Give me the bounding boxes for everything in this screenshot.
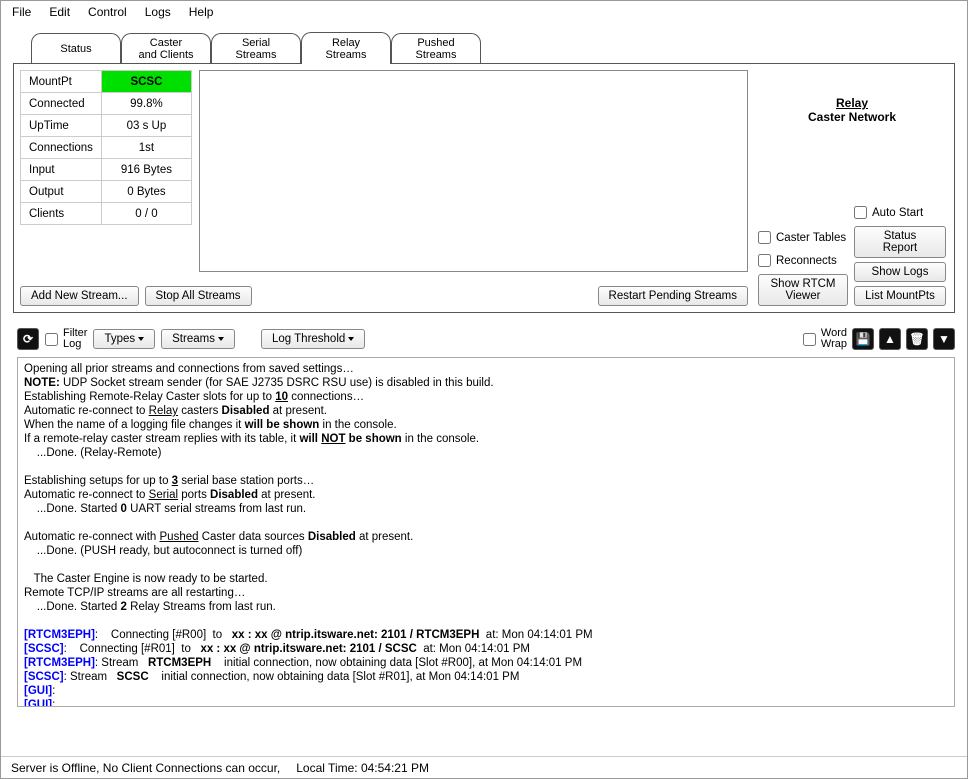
menu-file[interactable]: File	[3, 3, 40, 21]
panel-buttons-left: Add New Stream... Stop All Streams	[20, 286, 252, 306]
log-toolbar: ⟳ Filter Log Types Streams Log Threshold…	[17, 325, 955, 353]
log-line: [GUI]:	[24, 698, 948, 707]
caster-tables-check[interactable]: Caster Tables	[758, 231, 848, 244]
restart-pending-button[interactable]: Restart Pending Streams	[598, 286, 748, 306]
cell-uptime-label: UpTime	[21, 115, 102, 137]
log-line: When the name of a logging file changes …	[24, 418, 948, 432]
cell-output-label: Output	[21, 181, 102, 203]
cell-mountpt-label: MountPt	[21, 71, 102, 93]
menu-bar: File Edit Control Logs Help	[1, 1, 967, 23]
save-log-icon[interactable]: 💾	[852, 328, 874, 350]
relay-title-top: Relay	[836, 96, 868, 110]
log-line: Remote TCP/IP streams are all restarting…	[24, 586, 948, 600]
tab-pushed-streams[interactable]: Pushed Streams	[391, 33, 481, 63]
filter-log-label: Filter Log	[63, 328, 87, 350]
clear-log-icon[interactable]: 🗑	[906, 328, 928, 350]
cell-clients-label: Clients	[21, 203, 102, 225]
log-line: Establishing Remote-Relay Caster slots f…	[24, 390, 948, 404]
cell-connections-label: Connections	[21, 137, 102, 159]
log-line: The Caster Engine is now ready to be sta…	[24, 572, 948, 586]
status-time: Local Time: 04:54:21 PM	[296, 761, 429, 775]
caster-tables-label: Caster Tables	[776, 232, 846, 244]
add-new-stream-button[interactable]: Add New Stream...	[20, 286, 139, 306]
log-line: [GUI]:	[24, 684, 948, 698]
reconnects-check[interactable]: Reconnects	[758, 254, 848, 267]
cell-connections-value: 1st	[101, 137, 191, 159]
log-line: [SCSC]: Connecting [#R01] to xx : xx @ n…	[24, 642, 948, 656]
log-line: Establishing setups for up to 3 serial b…	[24, 474, 948, 488]
tab-relay-streams[interactable]: Relay Streams	[301, 32, 391, 64]
log-line: Automatic re-connect to Relay casters Di…	[24, 404, 948, 418]
cell-mountpt-value[interactable]: SCSC	[101, 71, 191, 93]
streams-dropdown[interactable]: Streams	[161, 329, 235, 349]
word-wrap-label: Word Wrap	[821, 328, 847, 350]
show-logs-button[interactable]: Show Logs	[854, 262, 946, 282]
relay-title-bottom: Caster Network	[808, 110, 896, 124]
menu-control[interactable]: Control	[79, 3, 136, 21]
status-server: Server is Offline, No Client Connections…	[11, 761, 280, 775]
reconnects-label: Reconnects	[776, 255, 837, 267]
status-report-button[interactable]: Status Report	[854, 226, 946, 258]
app-window: File Edit Control Logs Help Status Caste…	[0, 0, 968, 779]
auto-start-checkbox[interactable]	[854, 206, 867, 219]
cell-connected-label: Connected	[21, 93, 102, 115]
tab-serial-streams[interactable]: Serial Streams	[211, 33, 301, 63]
log-line: ...Done. (PUSH ready, but autoconnect is…	[24, 544, 948, 558]
stop-all-streams-button[interactable]: Stop All Streams	[145, 286, 252, 306]
types-dropdown[interactable]: Types	[93, 329, 155, 349]
log-line: NOTE: UDP Socket stream sender (for SAE …	[24, 376, 948, 390]
show-rtcm-viewer-button[interactable]: Show RTCM Viewer	[758, 274, 848, 306]
log-line: [SCSC]: Stream SCSC initial connection, …	[24, 670, 948, 684]
log-threshold-dropdown[interactable]: Log Threshold	[261, 329, 365, 349]
relay-title: Relay Caster Network	[758, 96, 946, 124]
cell-input-label: Input	[21, 159, 102, 181]
stream-table: MountPt SCSC Connected 99.8% UpTime 03 s…	[20, 70, 192, 225]
word-wrap-checkbox[interactable]	[803, 333, 816, 346]
menu-help[interactable]: Help	[180, 3, 223, 21]
log-line: Automatic re-connect with Pushed Caster …	[24, 530, 948, 544]
relay-panel-left: MountPt SCSC Connected 99.8% UpTime 03 s…	[14, 64, 754, 312]
cell-connected-value: 99.8%	[101, 93, 191, 115]
log-line: ...Done. (Relay-Remote)	[24, 446, 948, 460]
log-line: If a remote-relay caster stream replies …	[24, 432, 948, 446]
log-line: Opening all prior streams and connection…	[24, 362, 948, 376]
panel-buttons-right: Restart Pending Streams	[598, 286, 748, 306]
down-page-icon[interactable]: ▼	[933, 328, 955, 350]
stream-detail-frame	[199, 70, 748, 272]
relay-panel: MountPt SCSC Connected 99.8% UpTime 03 s…	[13, 63, 955, 313]
filter-log-check[interactable]: Filter Log	[45, 328, 87, 350]
relay-panel-right: Relay Caster Network Caster Tables Recon…	[754, 64, 954, 312]
caster-tables-checkbox[interactable]	[758, 231, 771, 244]
refresh-icon[interactable]: ⟳	[17, 328, 39, 350]
cell-uptime-value: 03 s Up	[101, 115, 191, 137]
tab-status[interactable]: Status	[31, 33, 121, 63]
menu-edit[interactable]: Edit	[40, 3, 79, 21]
up-page-icon[interactable]: ▲	[879, 328, 901, 350]
log-output[interactable]: Opening all prior streams and connection…	[17, 357, 955, 707]
word-wrap-check[interactable]: Word Wrap	[803, 328, 847, 350]
log-line: Automatic re-connect to Serial ports Dis…	[24, 488, 948, 502]
list-mountpts-button[interactable]: List MountPts	[854, 286, 946, 306]
right-buttons: Auto Start Status Report Show Logs List …	[854, 203, 946, 306]
panel-right-lower: Caster Tables Reconnects Show RTCM Viewe…	[758, 196, 946, 306]
right-checkboxes: Caster Tables Reconnects Show RTCM Viewe…	[758, 196, 848, 306]
cell-output-value: 0 Bytes	[101, 181, 191, 203]
tabs: Status Caster and Clients Serial Streams…	[1, 27, 967, 63]
menu-logs[interactable]: Logs	[136, 3, 180, 21]
auto-start-label: Auto Start	[872, 207, 923, 219]
log-line: ...Done. Started 0 UART serial streams f…	[24, 502, 948, 516]
status-bar: Server is Offline, No Client Connections…	[1, 756, 967, 778]
log-line: [RTCM3EPH]: Connecting [#R00] to xx : xx…	[24, 628, 948, 642]
log-line: ...Done. Started 2 Relay Streams from la…	[24, 600, 948, 614]
auto-start-check[interactable]: Auto Start	[854, 206, 946, 219]
tab-caster-clients[interactable]: Caster and Clients	[121, 33, 211, 63]
cell-clients-value: 0 / 0	[101, 203, 191, 225]
cell-input-value: 916 Bytes	[101, 159, 191, 181]
log-line: [RTCM3EPH]: Stream RTCM3EPH initial conn…	[24, 656, 948, 670]
reconnects-checkbox[interactable]	[758, 254, 771, 267]
filter-log-checkbox[interactable]	[45, 333, 58, 346]
